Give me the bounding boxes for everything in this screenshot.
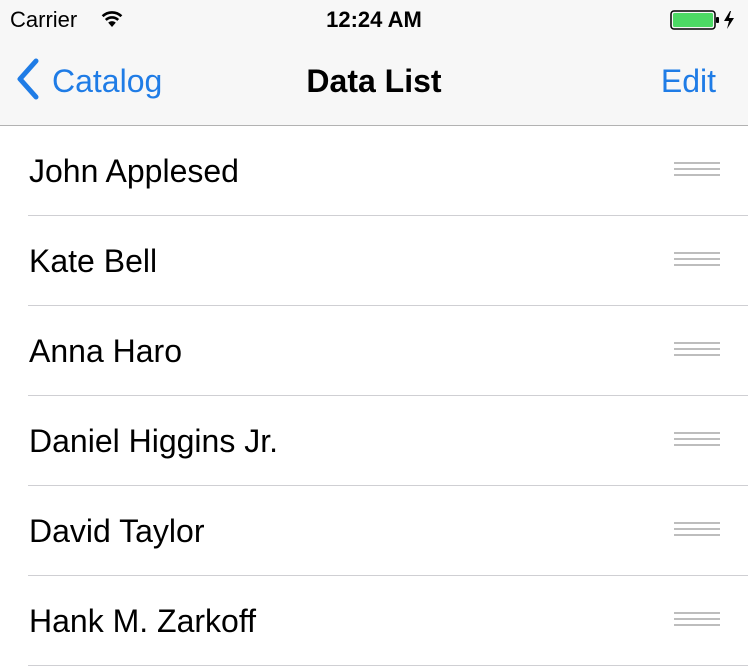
- list-item[interactable]: Kate Bell: [0, 216, 748, 306]
- reorder-icon[interactable]: [674, 612, 720, 630]
- list-item[interactable]: Hank M. Zarkoff: [0, 576, 748, 666]
- list-item[interactable]: Daniel Higgins Jr.: [0, 396, 748, 486]
- reorder-icon[interactable]: [674, 342, 720, 360]
- list-item-label: John Applesed: [29, 153, 239, 189]
- battery-icon: [670, 9, 740, 36]
- list-item[interactable]: David Taylor: [0, 486, 748, 576]
- list-item-label: Daniel Higgins Jr.: [29, 423, 278, 459]
- navigation-bar: Catalog Data List Edit: [0, 38, 748, 126]
- status-bar: Carrier 12:24 AM: [0, 0, 748, 38]
- edit-button[interactable]: Edit: [661, 63, 716, 100]
- data-list: John Applesed Kate Bell Anna Haro Daniel…: [0, 126, 748, 666]
- list-item-label: David Taylor: [29, 513, 205, 549]
- list-item-label: Hank M. Zarkoff: [29, 603, 257, 639]
- reorder-icon[interactable]: [674, 522, 720, 540]
- list-item-label: Anna Haro: [29, 333, 182, 369]
- list-item[interactable]: John Applesed: [0, 126, 748, 216]
- list-item-label: Kate Bell: [29, 243, 158, 279]
- status-time: 12:24 AM: [326, 7, 422, 32]
- page-title: Data List: [306, 63, 442, 99]
- reorder-icon[interactable]: [674, 252, 720, 270]
- reorder-icon[interactable]: [674, 162, 720, 180]
- reorder-icon[interactable]: [674, 432, 720, 450]
- list-item[interactable]: Anna Haro: [0, 306, 748, 396]
